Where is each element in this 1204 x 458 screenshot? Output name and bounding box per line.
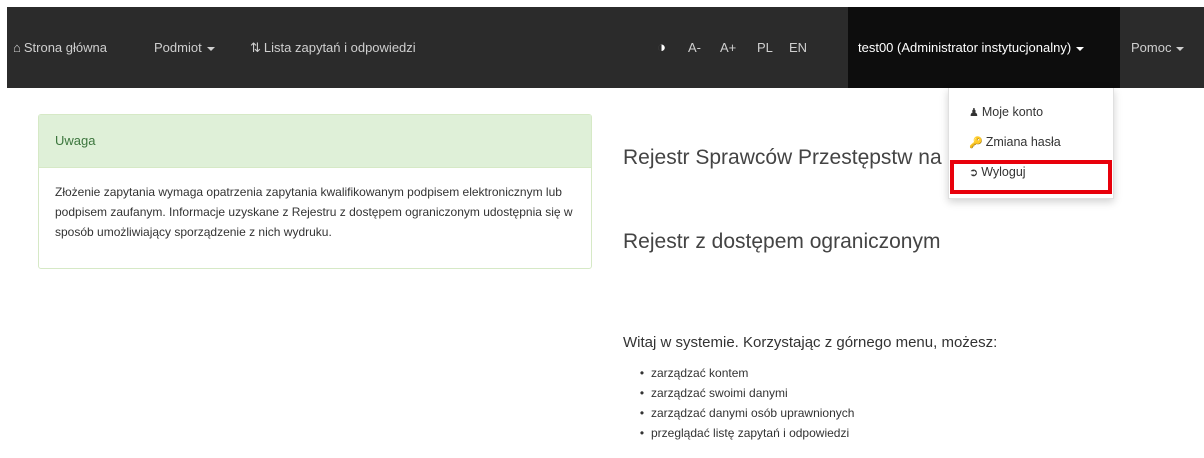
nav-requests-label: Lista zapytań i odpowiedzi <box>263 40 416 55</box>
nav-home[interactable]: ⌂ Strona główna <box>13 7 107 88</box>
welcome-text: Witaj w systemie. Korzystając z górnego … <box>623 334 998 351</box>
notice-title: Uwaga <box>39 115 591 168</box>
caret-down-icon <box>206 46 215 51</box>
user-menu-toggle[interactable]: test00 (Administrator instytucjonalny) <box>848 7 1120 88</box>
user-menu-button[interactable]: test00 (Administrator instytucjonalny) <box>858 7 1085 88</box>
list-item: zarządzać kontem <box>633 363 854 383</box>
menu-item-change-password[interactable]: 🔑 Zmiana hasła <box>969 135 1061 149</box>
feature-list: zarządzać kontem zarządzać swoimi danymi… <box>633 363 854 443</box>
menu-item-my-account[interactable]: ♟ Moje konto <box>969 105 1043 119</box>
contrast-toggle-icon[interactable]: ◑ <box>657 7 666 88</box>
caret-down-icon <box>1076 46 1085 51</box>
font-smaller-button[interactable]: A- <box>688 7 701 88</box>
menu-item-label: Zmiana hasła <box>985 135 1061 149</box>
nav-help-dropdown[interactable]: Pomoc <box>1131 7 1185 88</box>
key-icon: 🔑 <box>969 137 983 149</box>
notice-body: Złożenie zapytania wymaga opatrzenia zap… <box>55 185 573 239</box>
page-subtitle: Rejestr z dostępem ograniczonym <box>623 230 941 253</box>
nav-requests[interactable]: ⇅ Lista zapytań i odpowiedzi <box>250 7 416 88</box>
user-name-label: test00 (Administrator instytucjonalny) <box>858 40 1072 55</box>
notice-panel: Uwaga Złożenie zapytania wymaga opatrzen… <box>38 114 592 269</box>
list-item: przeglądać listę zapytań i odpowiedzi <box>633 423 854 443</box>
nav-subject-label: Podmiot <box>154 40 202 55</box>
nav-home-label: Strona główna <box>23 40 107 55</box>
home-icon: ⌂ <box>13 40 21 55</box>
nav-help-label: Pomoc <box>1131 40 1172 55</box>
page-title: Rejestr Sprawców Przestępstw na <box>623 146 942 169</box>
nav-subject-dropdown[interactable]: Podmiot <box>154 7 215 88</box>
caret-down-icon <box>1176 46 1185 51</box>
sort-icon: ⇅ <box>250 40 261 55</box>
logout-highlight-box <box>950 160 1112 194</box>
user-icon: ♟ <box>969 107 979 119</box>
list-item: zarządzać swoimi danymi <box>633 383 854 403</box>
top-navbar: ⌂ Strona główna Podmiot ⇅ Lista zapytań i … <box>7 7 1204 88</box>
list-item: zarządzać danymi osób uprawnionych <box>633 403 854 423</box>
font-larger-button[interactable]: A+ <box>720 7 736 88</box>
menu-item-label: Moje konto <box>981 105 1044 119</box>
lang-pl-button[interactable]: PL <box>757 7 773 88</box>
lang-en-button[interactable]: EN <box>789 7 807 88</box>
